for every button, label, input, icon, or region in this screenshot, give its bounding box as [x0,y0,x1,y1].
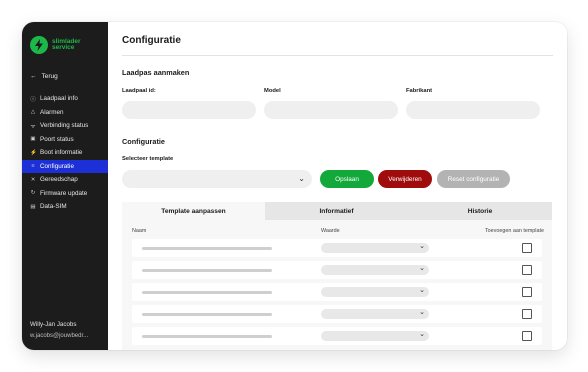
value-select[interactable]: ⌄ [321,309,429,319]
tab-bar: Template aanpassen Informatief Historie [122,202,552,220]
reset-configuration-button[interactable]: Reset configuratie [437,170,510,188]
save-button[interactable]: Opslaan [320,170,374,188]
name-placeholder [142,335,272,338]
laadpaal-id-input[interactable] [122,101,256,119]
table-row: ⌄ [132,327,542,345]
sidebar-item-laadpaal-info[interactable]: ⓘ Laadpaal info [22,92,108,106]
sidebar-item-configuratie[interactable]: ≡ Configuratie [22,159,108,173]
sidebar: slimlader service ← Terug ⓘ Laadpaal info… [22,22,108,350]
table-row: ⌄ [132,283,542,301]
name-placeholder [142,313,272,316]
chevron-down-icon: ⌄ [419,287,425,294]
user-name: Willy-Jan Jacobs [30,321,77,328]
sim-icon: ▤ [30,203,36,210]
sliders-icon: ≡ [31,163,35,170]
model-input[interactable] [264,101,398,119]
section-heading-configuratie: Configuratie [122,137,165,146]
page-title: Configuratie [122,35,181,46]
sidebar-nav: ⓘ Laadpaal info △ Alarmen ᯤ Verbinding stat… [22,92,108,214]
add-to-template-checkbox[interactable] [522,331,532,341]
sidebar-item-verbinding-status[interactable]: ᯤ Verbinding status [22,119,108,133]
table-row: ⌄ [132,239,542,257]
alert-triangle-icon: △ [30,109,36,116]
refresh-icon: ↻ [30,190,36,197]
table-row: ⌄ [132,261,542,279]
divider [122,55,553,56]
info-icon: ⓘ [30,96,36,103]
template-panel: Naam Waarde Toevoegen aan template ⌄ ⌄ ⌄… [122,220,552,350]
fabrikant-input[interactable] [406,101,540,119]
chevron-down-icon: ⌄ [419,309,425,316]
fabrikant-label: Fabrikant [406,88,433,94]
value-select[interactable]: ⌄ [321,265,429,275]
logo: slimlader service [30,36,81,54]
column-header-waarde: Waarde [321,228,340,234]
sidebar-item-poort-status[interactable]: ▣ Poort status [22,133,108,147]
add-to-template-checkbox[interactable] [522,287,532,297]
tab-informatief[interactable]: Informatief [265,202,408,220]
add-to-template-checkbox[interactable] [522,309,532,319]
add-to-template-checkbox[interactable] [522,265,532,275]
tools-icon: ✕ [30,176,36,183]
table-row: ⌄ [132,305,542,323]
chevron-down-icon: ⌄ [419,331,425,338]
name-placeholder [142,247,272,250]
sidebar-item-firmware-update[interactable]: ↻ Firmware update [22,187,108,201]
chevron-down-icon: ⌄ [419,243,425,250]
tab-template-aanpassen[interactable]: Template aanpassen [122,202,265,220]
chevron-down-icon: ⌄ [298,174,305,183]
chevron-down-icon: ⌄ [419,265,425,272]
plug-icon: ⚡ [30,149,37,156]
name-placeholder [142,269,272,272]
app-window: slimlader service ← Terug ⓘ Laadpaal info… [22,22,567,350]
template-select[interactable]: ⌄ [122,170,312,188]
column-header-toevoegen: Toevoegen aan template [484,228,544,234]
back-button[interactable]: ← Terug [30,73,58,80]
tab-historie[interactable]: Historie [408,202,552,220]
port-icon: ▣ [30,136,36,143]
value-select[interactable]: ⌄ [321,287,429,297]
arrow-left-icon: ← [30,73,37,80]
value-select[interactable]: ⌄ [321,331,429,341]
wifi-icon: ᯤ [30,123,36,130]
user-email: w.jacobs@jouwbedr... [30,333,89,339]
section-heading-laadpas: Laadpas aanmaken [122,68,190,77]
model-label: Model [264,88,281,94]
laadpaal-id-label: Laadpaal id: [122,88,156,94]
name-placeholder [142,291,272,294]
logo-text: slimlader service [52,37,81,51]
template-label: Selecteer template [122,156,174,162]
column-header-naam: Naam [132,228,147,234]
sidebar-item-boot-informatie[interactable]: ⚡ Boot informatie [22,146,108,160]
sidebar-item-alarmen[interactable]: △ Alarmen [22,106,108,120]
sidebar-item-gereedschap[interactable]: ✕ Gereedschap [22,173,108,187]
add-to-template-checkbox[interactable] [522,243,532,253]
value-select[interactable]: ⌄ [321,243,429,253]
sidebar-item-data-sim[interactable]: ▤ Data-SIM [22,200,108,214]
lightning-bolt-icon [30,36,48,54]
delete-button[interactable]: Verwijderen [378,170,432,188]
main-content: Configuratie Laadpas aanmaken Laadpaal i… [108,22,567,350]
